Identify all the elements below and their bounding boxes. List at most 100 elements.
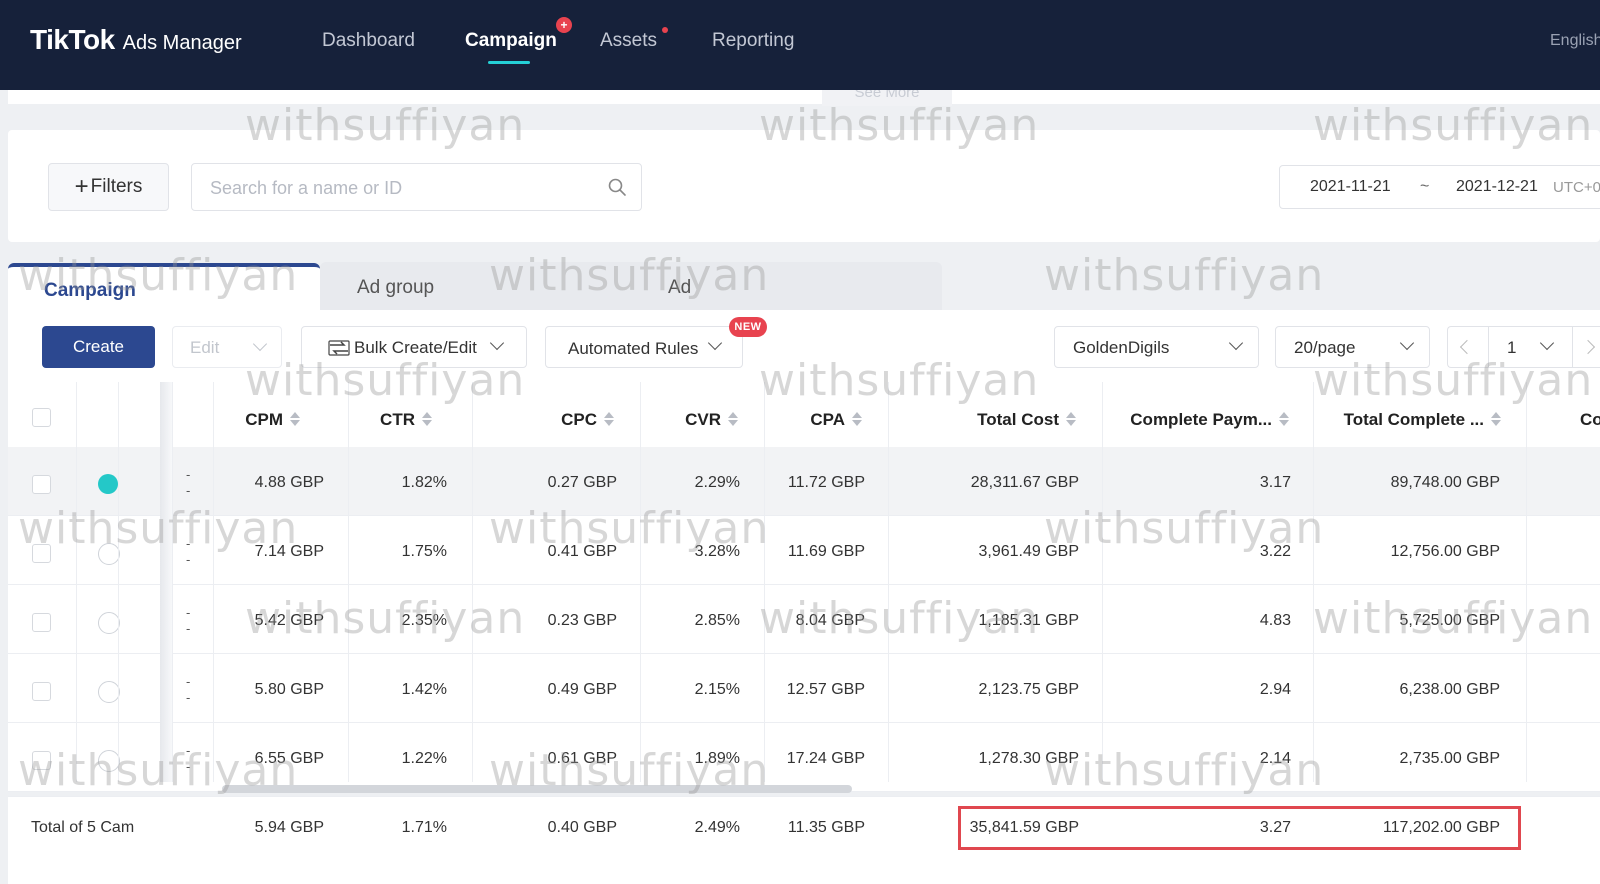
column-header-truncated[interactable]: Co (1580, 410, 1600, 430)
cell-cpc: 0.23 GBP (547, 612, 617, 629)
column-header-cpm[interactable]: CPM (245, 410, 300, 430)
column-divider (764, 382, 765, 782)
row-placeholder-dash: - - (186, 674, 191, 705)
column-header-total-complete-payment-value[interactable]: Total Complete ... (1344, 410, 1501, 430)
language-selector[interactable]: English (1550, 32, 1600, 50)
pagination: 1 (1447, 326, 1600, 368)
column-header-ctr[interactable]: CTR (380, 410, 432, 430)
date-start: 2021-11-21 (1310, 178, 1391, 195)
column-divider (1313, 382, 1314, 782)
row-checkbox[interactable] (32, 751, 51, 770)
edit-dropdown[interactable]: Edit (172, 326, 282, 368)
row-placeholder-dash: - - (186, 743, 191, 774)
sort-icon[interactable] (1279, 412, 1289, 426)
select-all-checkbox[interactable] (32, 408, 51, 427)
chevron-down-icon (1228, 335, 1244, 351)
highlight-annotation-box (958, 806, 1521, 850)
row-placeholder-dash: - - (186, 605, 191, 636)
nav-reporting[interactable]: Reporting (712, 30, 794, 52)
page-size-selector[interactable]: 20/page (1275, 326, 1430, 368)
tiktok-ads-logo[interactable]: TikTok Ads Manager (30, 24, 242, 56)
cell-cpm: 5.80 GBP (254, 681, 324, 698)
sort-icon[interactable] (290, 412, 300, 426)
chevron-down-icon (707, 335, 723, 351)
column-header-complete-payment-roas[interactable]: Complete Paym... (1130, 410, 1289, 430)
cell-ctr: 1.22% (401, 750, 447, 767)
row-checkbox[interactable] (32, 475, 51, 494)
horizontal-scrollbar[interactable] (222, 785, 852, 793)
cell-roas: 2.94 (1259, 681, 1291, 698)
column-divider (118, 382, 119, 782)
chevron-right-icon[interactable] (1580, 339, 1596, 355)
date-range-picker[interactable]: 2021-11-21 ~ 2021-12-21 UTC+0 (1279, 165, 1600, 209)
row-checkbox[interactable] (32, 682, 51, 701)
status-toggle-off[interactable] (98, 681, 120, 703)
sort-icon[interactable] (422, 412, 432, 426)
status-toggle-off[interactable] (98, 612, 120, 634)
column-header-cvr[interactable]: CVR (685, 410, 738, 430)
filters-button[interactable]: + Filters (48, 163, 169, 211)
total-cpa: 11.35 GBP (787, 819, 865, 836)
page-number[interactable]: 1 (1507, 338, 1516, 358)
cell-cpm: 7.14 GBP (254, 543, 324, 560)
column-divider (348, 382, 349, 782)
campaign-badge-icon: + (556, 17, 572, 33)
cell-roas: 2.14 (1259, 750, 1291, 767)
status-toggle-off[interactable] (98, 543, 120, 565)
column-header-cpa[interactable]: CPA (810, 410, 862, 430)
row-checkbox[interactable] (32, 613, 51, 632)
sort-icon[interactable] (728, 412, 738, 426)
automated-rules-label: Automated Rules (568, 339, 699, 358)
cell-cvr: 2.85% (694, 612, 740, 629)
row-placeholder-dash: - - (186, 536, 191, 567)
date-separator: ~ (1420, 178, 1430, 195)
cell-value: 89,748.00 GBP (1390, 474, 1500, 491)
column-divider (1102, 382, 1103, 782)
automated-rules-dropdown[interactable]: Automated Rules (545, 326, 743, 368)
cell-cpm: 4.88 GBP (254, 474, 324, 491)
assets-notification-dot-icon (662, 27, 668, 33)
nav-active-indicator (488, 61, 530, 64)
cell-cost: 1,278.30 GBP (978, 750, 1079, 767)
column-header-total-cost[interactable]: Total Cost (977, 410, 1076, 430)
see-more-toggle[interactable]: See More (822, 90, 952, 106)
column-divider (888, 382, 889, 782)
nav-campaign[interactable]: Campaign (465, 30, 557, 52)
cell-ctr: 1.42% (401, 681, 447, 698)
sort-icon[interactable] (604, 412, 614, 426)
chevron-left-icon[interactable] (1459, 339, 1475, 355)
overview-card-edge (8, 90, 1600, 104)
search-input[interactable]: Search for a name or ID (191, 163, 642, 211)
account-selector[interactable]: GoldenDigils (1054, 326, 1259, 368)
column-divider (640, 382, 641, 782)
status-toggle-on[interactable] (98, 474, 118, 494)
chevron-down-icon (489, 335, 505, 351)
tab-campaign[interactable]: Campaign (8, 263, 320, 311)
column-divider (76, 382, 77, 782)
row-checkbox[interactable] (32, 544, 51, 563)
page-size-value: 20/page (1294, 338, 1356, 357)
nav-assets[interactable]: Assets (600, 30, 657, 52)
tab-ad-group[interactable]: Ad group (357, 277, 434, 299)
edit-label: Edit (190, 338, 220, 357)
status-toggle-off[interactable] (98, 750, 120, 772)
search-placeholder: Search for a name or ID (210, 178, 403, 198)
cell-cpa: 8.04 GBP (795, 612, 865, 629)
chevron-down-icon[interactable] (1539, 335, 1555, 351)
tab-campaign-label: Campaign (44, 280, 136, 301)
column-header-cpc[interactable]: CPC (561, 410, 614, 430)
sort-icon[interactable] (852, 412, 862, 426)
timezone-label: UTC+0 (1553, 179, 1600, 196)
tab-ad[interactable]: Ad (668, 277, 691, 299)
account-name: GoldenDigils (1073, 338, 1170, 357)
nav-dashboard[interactable]: Dashboard (322, 30, 415, 52)
cell-cvr: 3.28% (694, 543, 740, 560)
search-icon[interactable] (607, 177, 627, 197)
bulk-create-edit-dropdown[interactable]: Bulk Create/Edit (301, 326, 527, 368)
cell-cpc: 0.61 GBP (547, 750, 617, 767)
cell-cpc: 0.49 GBP (547, 681, 617, 698)
sort-icon[interactable] (1491, 412, 1501, 426)
date-end: 2021-12-21 (1456, 178, 1538, 195)
create-button[interactable]: Create (42, 326, 155, 368)
sort-icon[interactable] (1066, 412, 1076, 426)
